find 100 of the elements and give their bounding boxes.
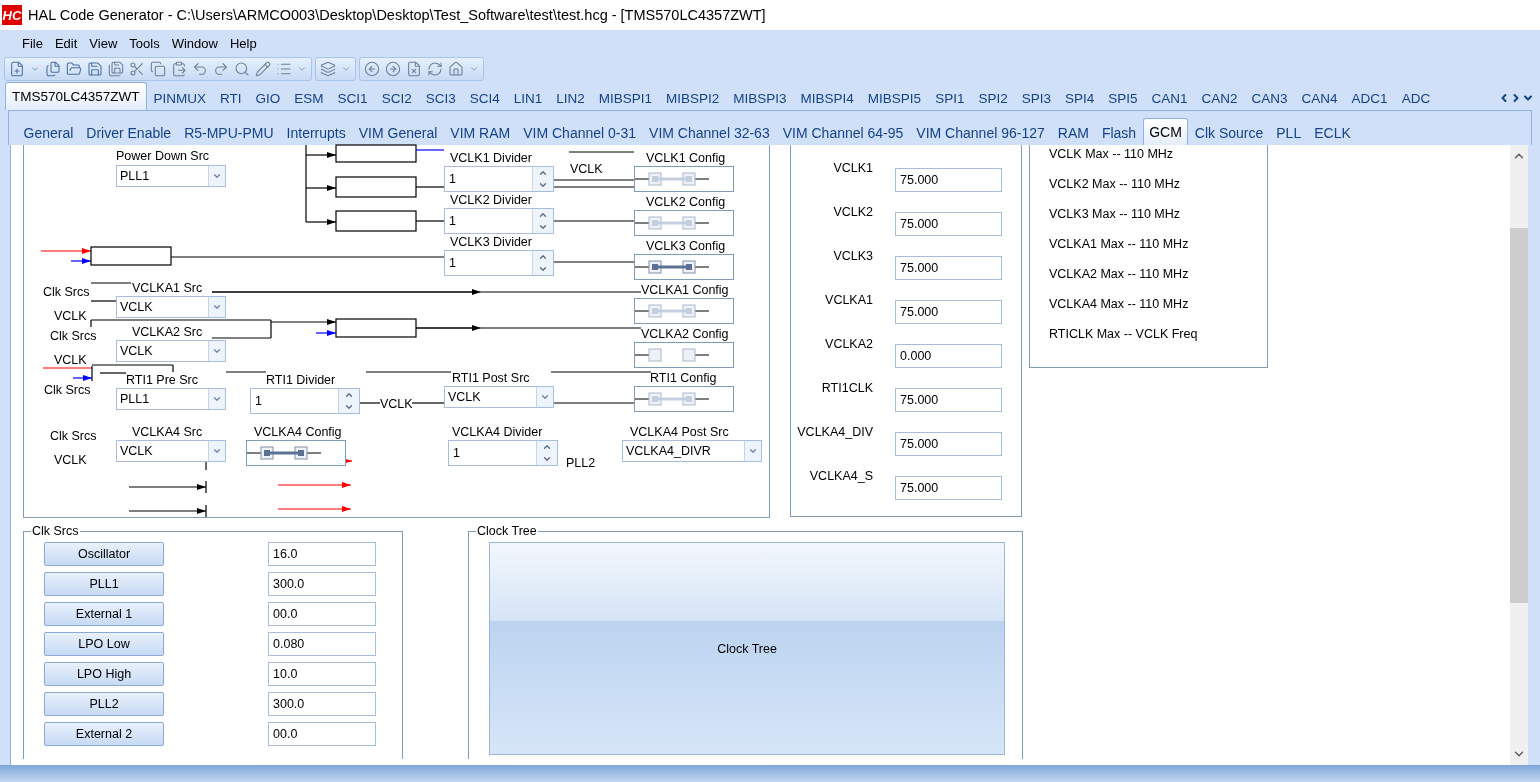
config-link-control[interactable]	[634, 386, 734, 412]
module-tab[interactable]: VIM Channel 96-127	[909, 120, 1052, 145]
divider-spinner[interactable]: 1	[444, 166, 554, 192]
device-tab[interactable]: ADC1	[1344, 85, 1395, 110]
menu-item[interactable]: View	[83, 35, 124, 51]
clock-source-button[interactable]: PLL2	[44, 692, 164, 716]
frequency-field[interactable]: 75.000	[895, 300, 1002, 324]
frequency-field[interactable]: 300.0	[268, 692, 376, 716]
device-tab[interactable]: CAN2	[1194, 85, 1245, 110]
config-link-control[interactable]	[246, 440, 346, 466]
module-tab[interactable]: Driver Enable	[79, 120, 178, 145]
frequency-field[interactable]: 75.000	[895, 388, 1002, 412]
device-tab[interactable]: ADC	[1394, 85, 1438, 110]
device-tab[interactable]: CAN3	[1244, 85, 1295, 110]
menu-item[interactable]: Edit	[48, 35, 84, 51]
device-tab[interactable]: MIBSPI1	[591, 85, 659, 110]
documents-icon[interactable]	[45, 61, 61, 77]
scrollbar[interactable]	[1510, 145, 1528, 765]
module-tab[interactable]: VIM Channel 0-31	[516, 120, 643, 145]
module-tab[interactable]: VIM RAM	[443, 120, 517, 145]
frequency-field[interactable]: 75.000	[895, 432, 1002, 456]
module-tab[interactable]: General	[17, 120, 80, 145]
device-tab[interactable]: TMS570LC4357ZWT	[5, 82, 147, 110]
menu-item[interactable]: File	[16, 35, 49, 51]
device-tab[interactable]: LIN2	[549, 85, 592, 110]
decrement-icon[interactable]	[538, 222, 548, 232]
device-tab[interactable]: SPI2	[971, 85, 1015, 110]
copy-icon[interactable]	[150, 61, 166, 77]
module-tab[interactable]: VIM Channel 64-95	[776, 120, 910, 145]
divider-spinner[interactable]: 1	[444, 250, 554, 276]
decrement-icon[interactable]	[542, 454, 552, 464]
caret-icon[interactable]	[341, 64, 351, 74]
caret-icon[interactable]	[297, 64, 307, 74]
cut-icon[interactable]	[129, 61, 145, 77]
device-tab[interactable]: SCI2	[374, 85, 419, 110]
device-tab[interactable]: SPI5	[1101, 85, 1145, 110]
config-link-control[interactable]	[634, 166, 734, 192]
clock-source-button[interactable]: Oscillator	[44, 542, 164, 566]
config-link-control[interactable]	[634, 254, 734, 280]
clock-source-button[interactable]: External 2	[44, 722, 164, 746]
clock-source-button[interactable]: LPO Low	[44, 632, 164, 656]
paste-icon[interactable]	[171, 61, 187, 77]
new-file-icon[interactable]	[9, 61, 25, 77]
source-dropdown[interactable]: VCLKA4_DIVR	[622, 440, 762, 462]
device-tab[interactable]: GIO	[248, 85, 288, 110]
frequency-field[interactable]: 0.080	[268, 632, 376, 656]
source-dropdown[interactable]: VCLK	[444, 386, 554, 408]
increment-icon[interactable]	[538, 252, 548, 262]
module-tab[interactable]: VIM Channel 32-63	[642, 120, 777, 145]
refresh-icon[interactable]	[427, 61, 443, 77]
module-tab[interactable]: Interrupts	[280, 120, 353, 145]
module-tab[interactable]: PLL	[1269, 120, 1308, 145]
config-link-control[interactable]	[634, 298, 734, 324]
device-tab[interactable]: SPI3	[1014, 85, 1058, 110]
layers-icon[interactable]	[320, 61, 336, 77]
save-all-icon[interactable]	[108, 61, 124, 77]
redo-icon[interactable]	[213, 61, 229, 77]
device-tab[interactable]: MIBSPI2	[659, 85, 727, 110]
module-tab[interactable]: RAM	[1051, 120, 1096, 145]
module-tab[interactable]: R5-MPU-PMU	[177, 120, 281, 145]
clock-source-button[interactable]: LPO High	[44, 662, 164, 686]
source-dropdown[interactable]: VCLK	[116, 440, 226, 462]
module-tab[interactable]: Flash	[1095, 120, 1143, 145]
undo-icon[interactable]	[192, 61, 208, 77]
increment-icon[interactable]	[538, 210, 548, 220]
save-icon[interactable]	[87, 61, 103, 77]
device-tab[interactable]: SPI1	[928, 85, 972, 110]
device-tab[interactable]: PINMUX	[146, 85, 214, 110]
source-dropdown[interactable]: PLL1	[116, 388, 226, 410]
device-tab[interactable]: ESM	[287, 85, 331, 110]
source-dropdown[interactable]: PLL1	[116, 165, 226, 187]
frequency-field[interactable]: 0.000	[895, 344, 1002, 368]
device-tab[interactable]: SPI4	[1058, 85, 1102, 110]
device-tab[interactable]: MIBSPI5	[860, 85, 929, 110]
frequency-field[interactable]: 75.000	[895, 256, 1002, 280]
frequency-field[interactable]: 16.0	[268, 542, 376, 566]
increment-icon[interactable]	[344, 390, 354, 400]
clock-source-button[interactable]: External 1	[44, 602, 164, 626]
config-link-control[interactable]	[634, 342, 734, 368]
edit-icon[interactable]	[255, 61, 271, 77]
list-icon[interactable]	[276, 61, 292, 77]
config-link-control[interactable]	[634, 210, 734, 236]
frequency-field[interactable]: 75.000	[895, 476, 1002, 500]
device-tab[interactable]: MIBSPI4	[793, 85, 861, 110]
frequency-field[interactable]: 75.000	[895, 168, 1002, 192]
source-dropdown[interactable]: VCLK	[116, 340, 226, 362]
device-tab[interactable]: SCI1	[330, 85, 375, 110]
device-tab[interactable]: CAN4	[1294, 85, 1345, 110]
frequency-field[interactable]: 00.0	[268, 602, 376, 626]
module-tab[interactable]: GCM	[1142, 118, 1189, 145]
home-icon[interactable]	[448, 61, 464, 77]
divider-spinner[interactable]: 1	[250, 388, 360, 414]
device-tab[interactable]: RTI	[213, 85, 249, 110]
device-tab[interactable]: LIN1	[506, 85, 550, 110]
device-tab[interactable]: SCI3	[418, 85, 463, 110]
decrement-icon[interactable]	[538, 180, 548, 190]
module-tab[interactable]: ECLK	[1307, 120, 1358, 145]
back-icon[interactable]	[364, 61, 380, 77]
frequency-field[interactable]: 00.0	[268, 722, 376, 746]
search-icon[interactable]	[234, 61, 250, 77]
